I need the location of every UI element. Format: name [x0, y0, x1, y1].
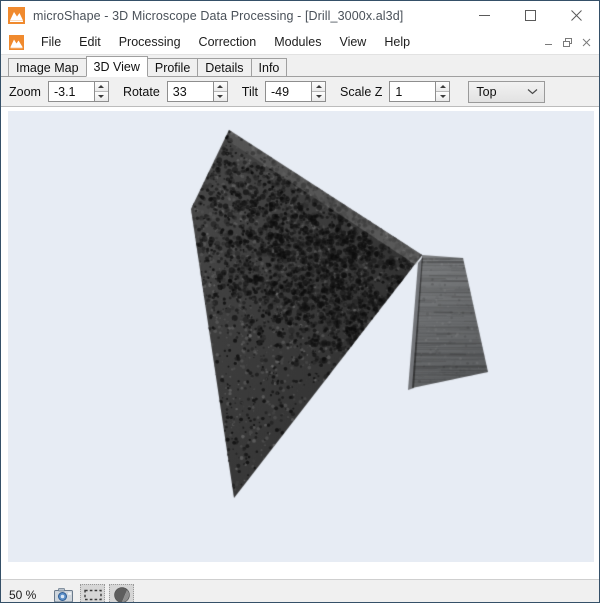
menu-item-file[interactable]: File [32, 32, 70, 53]
view-controls-toolbar: Zoom -3.1 Rotate 33 Tilt -49 Scale Z 1 T… [1, 77, 599, 107]
menu-item-help[interactable]: Help [375, 32, 419, 53]
scale-z-spin-up-button[interactable] [436, 82, 450, 92]
caret-down-icon [217, 95, 224, 98]
tab-profile[interactable]: Profile [146, 58, 199, 77]
document-icon [9, 34, 24, 50]
selection-rectangle-button[interactable] [80, 583, 105, 602]
view-tab-strip: Image Map 3D View Profile Details Info [1, 55, 599, 77]
zoom-spin-buttons [93, 81, 109, 102]
tilt-spin-up-button[interactable] [312, 82, 325, 92]
minimize-button[interactable] [461, 1, 507, 30]
menu-bar: File Edit Processing Correction Modules … [1, 30, 599, 55]
mdi-restore-button[interactable] [558, 32, 577, 52]
rotate-spin-up-button[interactable] [213, 82, 227, 92]
snapshot-icon [54, 587, 73, 602]
zoom-stepper[interactable]: -3.1 [47, 81, 109, 102]
maximize-button[interactable] [507, 1, 553, 30]
window-title: microShape - 3D Microscope Data Processi… [33, 8, 404, 23]
scale-z-spin-buttons [435, 81, 451, 102]
tilt-spin-buttons [311, 81, 326, 102]
3d-viewport[interactable] [8, 111, 594, 562]
menu-item-edit[interactable]: Edit [70, 32, 110, 53]
menu-item-view[interactable]: View [330, 32, 375, 53]
mountain-chart-icon [8, 7, 25, 24]
tab-image-map[interactable]: Image Map [8, 58, 87, 77]
zoom-spin-up-button[interactable] [94, 82, 108, 92]
caret-up-icon [439, 85, 446, 88]
caption-button-group [461, 1, 599, 30]
chevron-down-icon [527, 89, 538, 95]
mdi-close-icon [582, 38, 591, 46]
mdi-child-controls [539, 30, 596, 54]
maximize-icon [524, 10, 536, 21]
status-bar: 50 % [1, 579, 599, 602]
shading-sphere-icon [113, 586, 130, 602]
scale-z-spin-down-button[interactable] [436, 92, 450, 101]
caret-up-icon [98, 85, 105, 88]
scale-z-stepper[interactable]: 1 [389, 81, 451, 102]
view-preset-dropdown[interactable]: Top [468, 80, 546, 103]
3d-surface-render[interactable] [8, 111, 594, 562]
mdi-minimize-icon [545, 43, 552, 45]
minimize-icon [478, 15, 490, 16]
caret-down-icon [98, 95, 105, 98]
rotate-label: Rotate [122, 84, 160, 99]
tilt-spin-down-button[interactable] [312, 92, 325, 101]
zoom-label: Zoom [9, 84, 41, 99]
application-window: microShape - 3D Microscope Data Processi… [0, 0, 600, 603]
menu-item-correction[interactable]: Correction [190, 32, 266, 53]
caret-down-icon [315, 95, 322, 98]
shading-sphere-button[interactable] [109, 583, 134, 602]
mdi-restore-icon [563, 37, 572, 47]
tilt-input[interactable]: -49 [265, 81, 311, 102]
viewport-container [1, 107, 599, 579]
tilt-label: Tilt [241, 84, 258, 99]
caret-down-icon [439, 95, 446, 98]
tab-3d-view[interactable]: 3D View [85, 56, 148, 77]
tilt-stepper[interactable]: -49 [265, 81, 326, 102]
zoom-input[interactable]: -3.1 [47, 81, 94, 102]
mdi-minimize-button[interactable] [539, 32, 558, 52]
selection-rectangle-icon [83, 589, 102, 600]
scale-z-input[interactable]: 1 [389, 81, 436, 102]
rotate-input[interactable]: 33 [166, 81, 213, 102]
snapshot-button[interactable] [51, 584, 76, 602]
zoom-spin-down-button[interactable] [94, 92, 108, 101]
view-preset-value: Top [476, 84, 497, 99]
rotate-spin-buttons [212, 81, 228, 102]
caret-up-icon [315, 85, 322, 88]
caret-up-icon [217, 85, 224, 88]
rotate-stepper[interactable]: 33 [166, 81, 228, 102]
title-bar: microShape - 3D Microscope Data Processi… [1, 1, 599, 30]
menu-item-processing[interactable]: Processing [110, 32, 190, 53]
tab-details[interactable]: Details [197, 58, 252, 77]
close-icon [570, 10, 582, 21]
rotate-spin-down-button[interactable] [213, 92, 227, 101]
menu-item-modules[interactable]: Modules [265, 32, 330, 53]
scale-z-label: Scale Z [340, 84, 383, 99]
tab-info[interactable]: Info [250, 58, 288, 77]
close-button[interactable] [553, 1, 599, 30]
zoom-percent-label: 50 % [9, 587, 37, 602]
mdi-close-button[interactable] [577, 32, 596, 52]
